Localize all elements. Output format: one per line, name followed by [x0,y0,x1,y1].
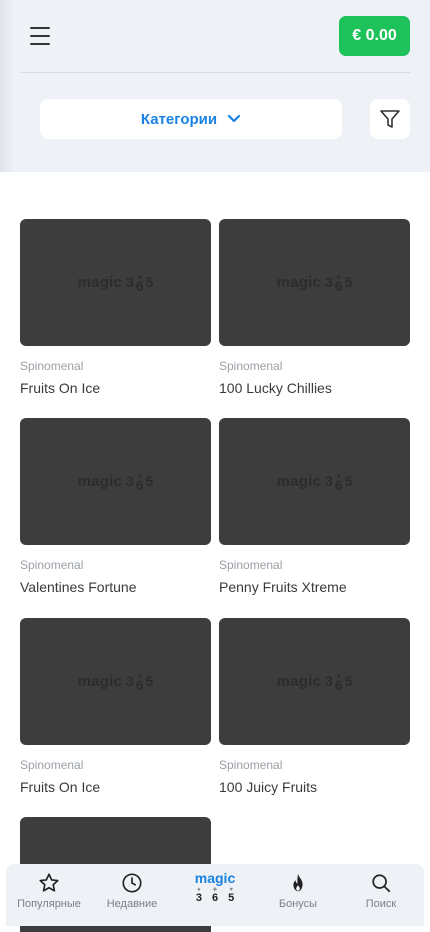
thumbnail-logo: magic3♠65 [77,273,154,294]
thumbnail-logo: magic3♠65 [77,672,154,693]
game-title[interactable]: 100 Juicy Fruits [219,779,410,795]
game-card[interactable]: magic 3 ♠ 6 5 Spinomenal 100 Juicy Fruits [219,618,410,795]
nav-popular-label: Популярные [17,898,81,910]
thumbnail-logo-digit: 6 [135,277,144,294]
thumbnail-logo-digit: 3 [324,274,333,290]
chevron-down-icon [227,114,241,123]
game-card[interactable]: magic 3 ♠ 6 5 Spinomenal Fruits On Ice [20,219,211,396]
logo-digit-6: 6 [211,892,219,904]
thumbnail-logo: magic3♠65 [276,273,353,294]
nav-search[interactable]: Поиск [340,872,422,910]
game-card[interactable]: magic 3 ♠ 6 5 Spinomenal Valentines Fortune [20,418,211,595]
bottom-navigation: Популярные Недавние magic ♠ 3 ♣ 6 ♥ 5 Бонус… [6,864,424,926]
game-thumbnail[interactable]: magic3♠65 [20,219,211,346]
nav-recent[interactable]: Недавние [91,872,173,910]
thumbnail-logo-digit: 5 [344,274,353,290]
thumbnail-logo: magic3♠65 [77,472,154,493]
thumbnail-logo-word: magic [77,673,122,690]
game-title[interactable]: 100 Lucky Chillies [219,380,410,396]
thumbnail-logo-digit: 3 [125,673,134,689]
thumbnail-logo-digit: 5 [344,673,353,689]
thumbnail-logo-digit: 6 [135,476,144,493]
category-label: Категории [140,110,218,128]
category-dropdown[interactable]: Категории [40,99,342,139]
game-thumbnail[interactable]: magic3♠65 [219,418,410,545]
thumbnail-logo-word: magic [276,673,321,690]
game-thumbnail[interactable]: magic3♠65 [219,219,410,346]
logo-digit-5: 5 [228,892,235,904]
thumbnail-logo-digit: 3 [324,473,333,489]
thumbnail-logo-digit: 5 [145,274,154,290]
nav-home-logo[interactable]: magic ♠ 3 ♣ 6 ♥ 5 [174,870,256,904]
balance-button[interactable]: € 0.00 [339,16,410,56]
game-provider: Spinomenal [20,558,84,572]
thumbnail-logo-word: magic [77,473,122,490]
header-divider [20,72,410,73]
thumbnail-logo-digit: 5 [145,673,154,689]
game-thumbnail[interactable]: magic3♠65 [20,618,211,745]
nav-popular[interactable]: Популярные [8,872,90,910]
flame-icon [293,873,303,892]
thumbnail-logo-digit: 6 [334,476,343,493]
thumbnail-logo-digit: 3 [125,274,134,290]
thumbnail-logo-digit: 5 [344,473,353,489]
game-card[interactable]: magic 3 ♠ 6 5 Spinomenal 100 Lucky Chillies [219,219,410,396]
game-card[interactable]: magic 3 ♠ 6 5 Spinomenal Fruits On Ice [20,618,211,795]
thumbnail-logo-digit: 3 [324,673,333,689]
nav-bonuses[interactable]: Бонусы [257,872,339,910]
filter-icon [380,110,400,128]
logo-word: magic [194,870,236,886]
game-provider: Spinomenal [20,758,84,772]
clock-icon [122,873,142,893]
game-title[interactable]: Valentines Fortune [20,579,211,595]
thumbnail-logo-digit: 6 [135,676,144,693]
game-title[interactable]: Fruits On Ice [20,380,211,396]
game-thumbnail[interactable]: magic3♠65 [20,418,211,545]
logo-digit-3: 3 [195,892,202,904]
game-thumbnail[interactable]: magic3♠65 [219,618,410,745]
game-provider: Spinomenal [219,558,283,572]
game-provider: Spinomenal [219,758,283,772]
nav-recent-label: Недавние [106,898,158,910]
game-provider: Spinomenal [219,359,283,373]
thumbnail-logo-digit: 6 [334,277,343,294]
star-icon [39,873,59,892]
hamburger-menu-icon[interactable] [28,26,52,46]
thumbnail-logo: magic3♠65 [276,472,353,493]
thumbnail-logo-digit: 5 [145,473,154,489]
thumbnail-logo-digit: 6 [334,676,343,693]
filter-button[interactable] [370,99,410,139]
search-icon [372,874,391,893]
thumbnail-logo-word: magic [276,274,321,291]
game-card[interactable]: magic 3 ♠ 6 5 Spinomenal Penny Fruits Xtreme [219,418,410,595]
balance-label: € 0.00 [352,27,397,44]
thumbnail-logo-word: magic [77,274,122,291]
thumbnail-logo-word: magic [276,473,321,490]
nav-search-label: Поиск [365,898,397,910]
magic365-logo: magic ♠ 3 ♣ 6 ♥ 5 [194,870,236,904]
thumbnail-logo: magic3♠65 [276,672,353,693]
thumbnail-logo-digit: 3 [125,473,134,489]
game-title[interactable]: Fruits On Ice [20,779,211,795]
game-title[interactable]: Penny Fruits Xtreme [219,579,410,595]
game-provider: Spinomenal [20,359,84,373]
nav-bonuses-label: Бонусы [278,898,318,910]
